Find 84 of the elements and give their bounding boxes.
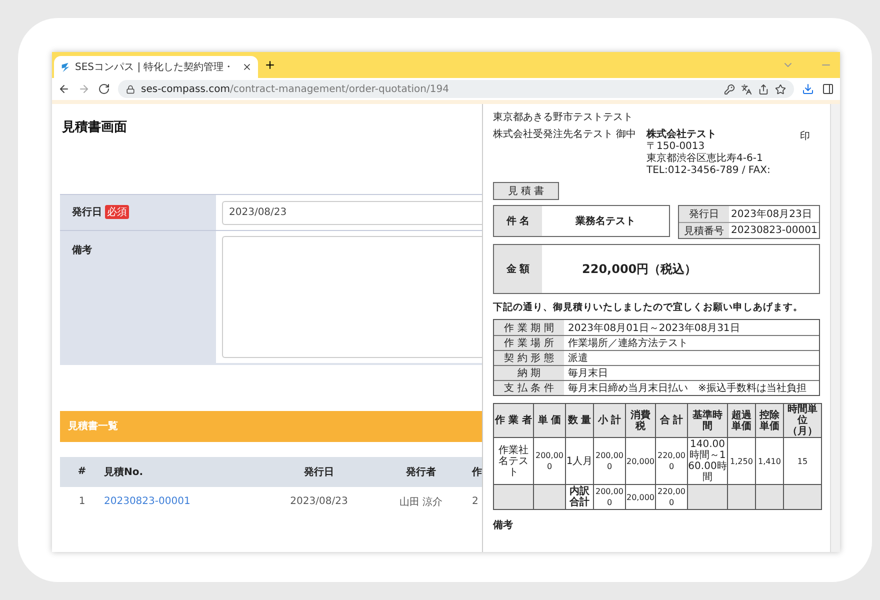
- field-label: 備考: [72, 244, 92, 256]
- amount-text: 220,000円（税込）: [581, 260, 698, 278]
- new-tab-icon[interactable]: [264, 58, 276, 70]
- totals-cell: 220,000: [656, 484, 688, 510]
- terms-value: 2023年08月01日～2023年08月31日: [567, 322, 741, 335]
- table-cell-text: 2023/08/23: [289, 496, 349, 507]
- translate-icon[interactable]: [741, 84, 752, 94]
- detail-header: 合 計: [656, 404, 688, 438]
- totals-cell: 20,000: [626, 484, 656, 510]
- meta-label: 見積番号: [679, 223, 729, 238]
- detail-header: 控除単価: [756, 404, 784, 438]
- column-header: 発行者: [404, 466, 437, 478]
- star-icon[interactable]: [775, 84, 786, 94]
- detail-cell: 20,000: [626, 438, 656, 484]
- table-cell-text: 2: [472, 496, 480, 507]
- detail-header: 消費税: [626, 404, 656, 438]
- scrollbar[interactable]: [830, 104, 840, 552]
- terms-label: 作 業 期 間: [494, 320, 564, 335]
- detail-header: 単 価: [534, 404, 566, 438]
- terms-value: 毎月末日: [567, 366, 609, 380]
- detail-cell: 1,250: [728, 438, 756, 484]
- detail-header: 超過単価: [728, 404, 756, 438]
- terms-label: 支 払 条 件: [494, 381, 564, 395]
- detail-cell: 200,000: [594, 438, 626, 484]
- table-cell-text: 山田 涼介: [398, 496, 444, 508]
- column-header: #: [76, 466, 88, 477]
- subject-label: 件 名: [494, 206, 542, 236]
- date-field[interactable]: 2023/08/23: [222, 200, 482, 224]
- issuer-text: 株式会社テスト: [646, 129, 718, 141]
- seal-text: 印: [800, 130, 811, 144]
- logo-icon: [60, 62, 71, 72]
- totals-cell: 200,000: [594, 484, 626, 510]
- reload-icon[interactable]: [98, 83, 110, 95]
- close-icon[interactable]: [242, 62, 252, 72]
- section-header: 見積書一覧: [60, 410, 482, 442]
- detail-header: 時間単位（月）: [784, 404, 822, 438]
- download-icon[interactable]: [802, 83, 814, 95]
- address-text: 東京都あきる野市テストテスト: [493, 112, 634, 124]
- lock-icon[interactable]: [126, 84, 135, 94]
- terms-value: 派遣: [567, 352, 589, 365]
- browser-tab[interactable]: SESコンパス | 特化した契約管理・: [54, 56, 258, 78]
- side-panel-icon[interactable]: [822, 83, 834, 95]
- issuer-text: 東京都渋谷区恵比寿4-6-1: [646, 153, 764, 165]
- remarks-label: 備考: [493, 518, 514, 532]
- meta-value: 2023年08月23日: [730, 208, 813, 222]
- terms-label: 作 業 場 所: [494, 336, 564, 350]
- subject-text: 業務名テスト: [574, 214, 636, 229]
- note-text: 下記の通り、御見積りいたしましたので宜しくお願い申しあげます。: [493, 301, 804, 314]
- terms-label: 契 約 形 態: [494, 351, 564, 365]
- meta-value: 20230823-00001: [730, 224, 818, 238]
- detail-cell: 1人月: [566, 438, 594, 484]
- detail-cell: 1,410: [756, 438, 784, 484]
- detail-header: 作 業 者: [494, 404, 534, 438]
- detail-header: 数 量: [566, 404, 594, 438]
- column-header: 発行日: [302, 466, 335, 478]
- amount-label: 金 額: [494, 245, 542, 293]
- terms-label: 納 期: [494, 366, 564, 380]
- key-icon[interactable]: [724, 84, 735, 94]
- remarks-field[interactable]: [222, 236, 482, 358]
- detail-cell: 15: [784, 438, 822, 484]
- required-tag: 必須: [105, 205, 129, 219]
- detail-cell: 220,000: [656, 438, 688, 484]
- detail-cell: 140.00時間～160.00時間: [688, 438, 728, 484]
- document-title: 見 積 書: [493, 182, 559, 200]
- back-icon[interactable]: [58, 83, 70, 95]
- page-title: 見積書画面: [62, 119, 128, 136]
- quote-link[interactable]: 20230823-00001: [104, 496, 268, 507]
- field-label: 発行日: [72, 206, 102, 219]
- totals-label: 内訳合計: [566, 484, 594, 510]
- issuer-text: 〒150-0013: [646, 141, 706, 152]
- address-bar[interactable]: ses-compass.com/contract-management/order-quotation/194: [118, 80, 794, 98]
- detail-header: 基準時間: [688, 404, 728, 438]
- issuer-text: TEL:012-3456-789 / FAX:: [646, 165, 772, 177]
- detail-header: 小 計: [594, 404, 626, 438]
- meta-label: 発行日: [679, 206, 729, 222]
- column-header: 作: [472, 466, 482, 478]
- table-cell-text: 1: [78, 496, 86, 507]
- column-header: 見積No.: [104, 466, 144, 478]
- detail-cell: 作業社名テスト: [494, 438, 534, 484]
- share-icon[interactable]: [758, 84, 769, 94]
- detail-cell: 200,000: [534, 438, 566, 484]
- terms-value: 作業場所／連絡方法テスト: [567, 336, 689, 350]
- terms-value: 毎月末日締め当月末日払い ※振込手数料は当社負担: [567, 382, 808, 395]
- recipient-text: 株式会社受発注先名テスト 御中: [493, 129, 638, 141]
